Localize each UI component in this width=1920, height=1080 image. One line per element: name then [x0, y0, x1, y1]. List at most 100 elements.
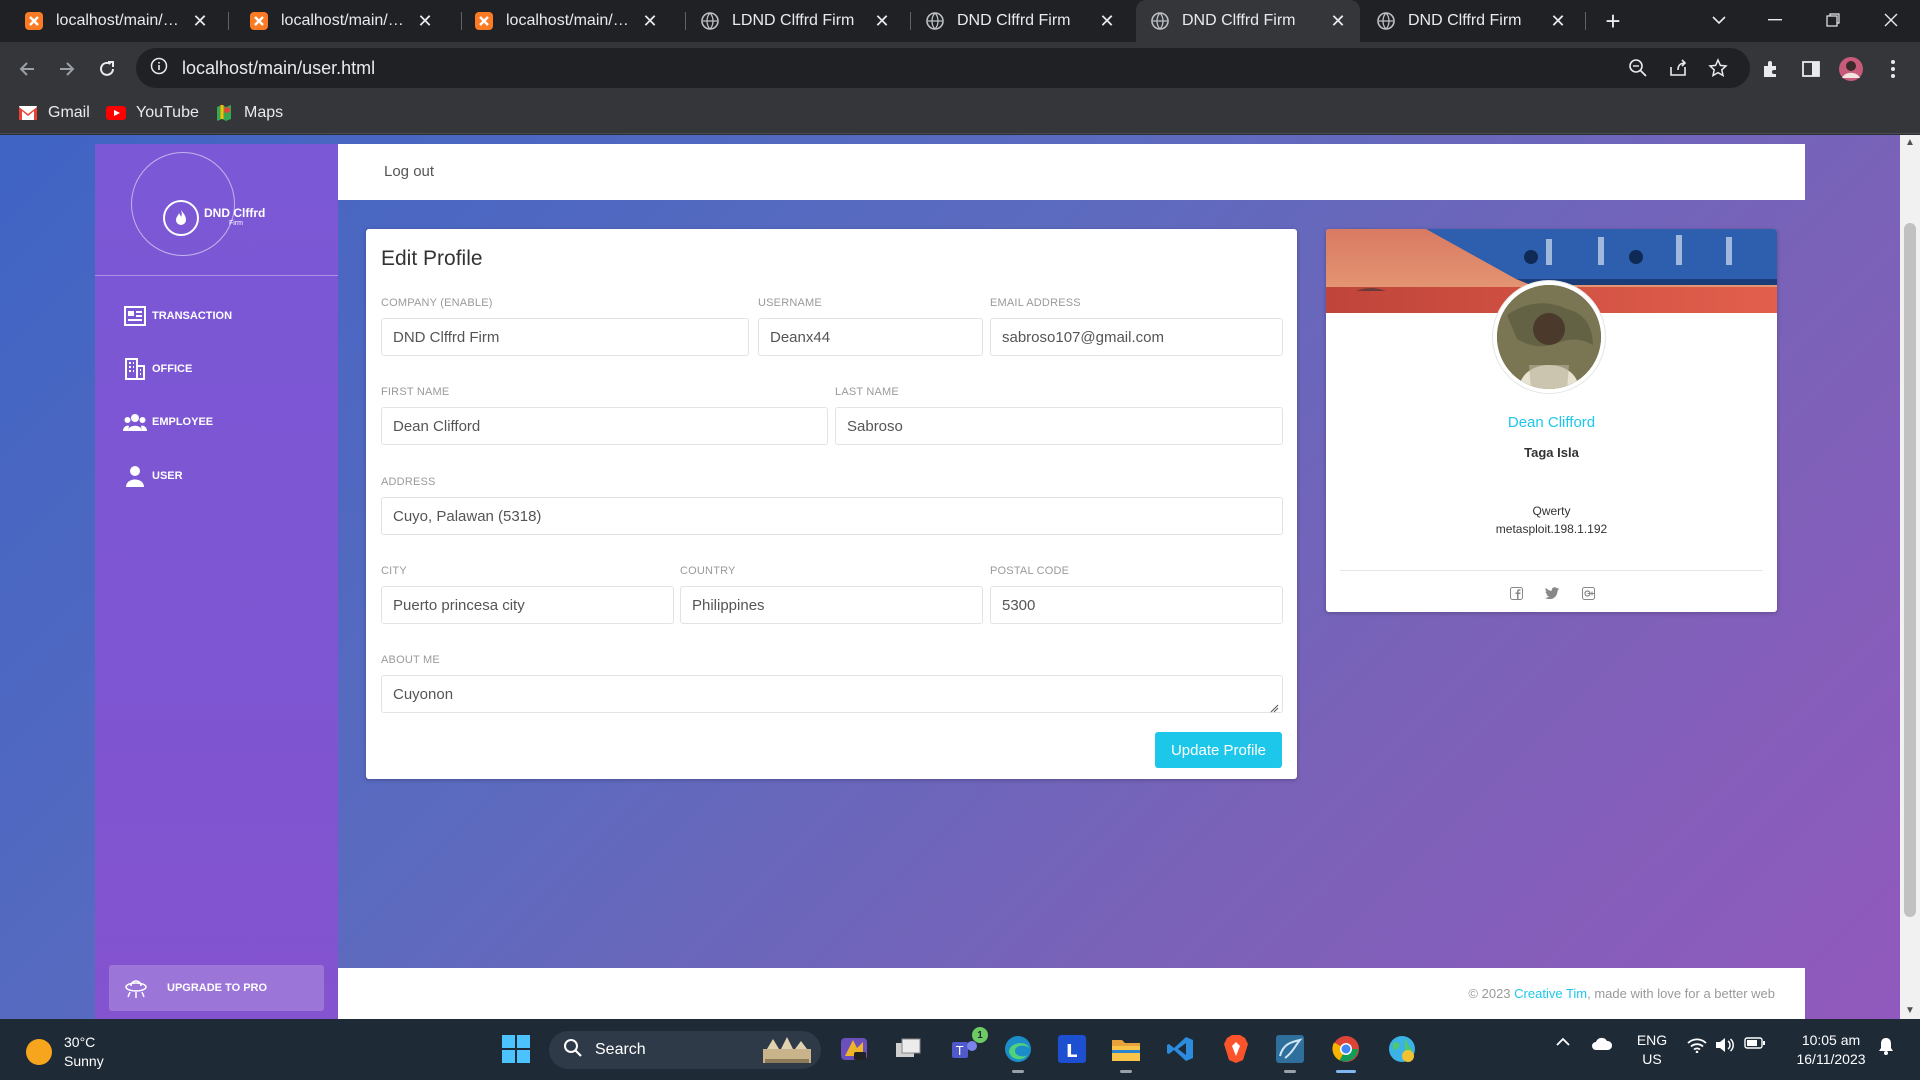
close-icon[interactable]: ✕: [1550, 11, 1566, 32]
browser-tab-5[interactable]: DND Clffrd Firm ✕: [911, 0, 1129, 42]
close-icon[interactable]: ✕: [192, 11, 208, 32]
upgrade-to-pro-button[interactable]: UPGRADE TO PRO: [109, 965, 324, 1011]
facebook-icon[interactable]: [1508, 585, 1524, 601]
minimize-button[interactable]: [1748, 0, 1802, 40]
menu-kebab-icon[interactable]: [1880, 56, 1906, 82]
browser-tab-2[interactable]: localhost/main/add_ ✕: [235, 0, 447, 42]
xampp-icon: [474, 11, 494, 31]
vscode-icon[interactable]: [1162, 1031, 1198, 1067]
avatar[interactable]: [1493, 281, 1605, 393]
tab-separator: [1585, 12, 1586, 30]
tray-chevron-up-icon[interactable]: [1552, 1037, 1574, 1047]
city-input[interactable]: Puerto princesa city: [381, 586, 674, 624]
address-input[interactable]: Cuyo, Palawan (5318): [381, 497, 1283, 535]
upgrade-label: UPGRADE TO PRO: [167, 982, 268, 994]
scroll-up-arrow-icon[interactable]: ▲: [1904, 137, 1916, 148]
scrollbar-thumb[interactable]: [1904, 223, 1916, 917]
l-app-icon[interactable]: L: [1054, 1031, 1090, 1067]
username-input[interactable]: Deanx44: [758, 318, 983, 356]
bookmark-youtube[interactable]: YouTube: [106, 104, 199, 122]
taskbar-search-box[interactable]: Search: [549, 1031, 821, 1069]
sidebar-item-user[interactable]: USER: [123, 464, 183, 488]
edit-profile-card: Edit Profile COMPANY (ENABLE) DND Clffrd…: [366, 229, 1297, 779]
mysql-workbench-icon[interactable]: [1272, 1031, 1308, 1073]
browser-tab-6-active[interactable]: DND Clffrd Firm ✕: [1136, 0, 1360, 42]
logout-link[interactable]: Log out: [384, 163, 434, 180]
wifi-icon[interactable]: [1686, 1037, 1708, 1053]
page-scrollbar[interactable]: ▲ ▼: [1900, 135, 1920, 1019]
notification-bell-icon[interactable]: [1876, 1037, 1896, 1055]
close-icon[interactable]: ✕: [642, 11, 658, 32]
onedrive-cloud-icon[interactable]: [1590, 1037, 1614, 1051]
bookmark-maps[interactable]: Maps: [214, 104, 283, 122]
xampp-icon: [24, 11, 44, 31]
flame-logo-icon[interactable]: [163, 200, 199, 236]
company-input[interactable]: DND Clffrd Firm: [381, 318, 749, 356]
volume-icon[interactable]: [1714, 1037, 1736, 1053]
resize-grip-icon[interactable]: [1270, 700, 1279, 713]
bookmark-star-icon[interactable]: [1706, 56, 1730, 80]
creative-tim-link[interactable]: Creative Tim: [1514, 986, 1587, 1001]
copilot-app-icon[interactable]: [836, 1031, 872, 1067]
info-icon[interactable]: [150, 57, 168, 80]
browser-tab-7[interactable]: DND Clffrd Firm ✕: [1362, 0, 1580, 42]
extensions-icon[interactable]: [1758, 56, 1784, 82]
profile-avatar-icon[interactable]: [1838, 56, 1864, 82]
reload-button[interactable]: [92, 54, 122, 84]
file-explorer-icon[interactable]: [1108, 1031, 1144, 1073]
browser-tab-3[interactable]: localhost/main/add_ ✕: [460, 0, 672, 42]
country-input[interactable]: Philippines: [680, 586, 983, 624]
close-icon[interactable]: ✕: [417, 11, 433, 32]
tab-title: localhost/main/add_: [506, 12, 634, 29]
bookmark-gmail[interactable]: Gmail: [18, 104, 90, 122]
username-label: USERNAME: [758, 297, 822, 309]
tab-search-button[interactable]: [1692, 0, 1746, 40]
close-window-button[interactable]: [1864, 0, 1918, 40]
browser-tab-4[interactable]: LDND Clffrd Firm ✕: [686, 0, 904, 42]
browser-tab-1[interactable]: localhost/main/add_ ✕: [10, 0, 222, 42]
chrome-browser-icon[interactable]: [1328, 1031, 1364, 1073]
google-plus-icon[interactable]: [1580, 585, 1596, 601]
url-text[interactable]: localhost/main/user.html: [182, 58, 375, 79]
back-button[interactable]: [12, 54, 42, 84]
sidebar-item-employee[interactable]: EMPLOYEE: [123, 410, 213, 434]
side-panel-icon[interactable]: [1798, 56, 1824, 82]
address-bar[interactable]: localhost/main/user.html: [136, 48, 1750, 88]
close-icon[interactable]: ✕: [1099, 11, 1115, 32]
profile-name[interactable]: Dean Clifford: [1326, 414, 1777, 431]
zoom-icon[interactable]: [1626, 56, 1650, 80]
close-icon[interactable]: ✕: [1330, 11, 1346, 32]
tab-title: localhost/main/add_: [281, 12, 409, 29]
youtube-icon: [106, 104, 126, 122]
restore-button[interactable]: [1806, 0, 1860, 40]
edge-browser-icon[interactable]: [1000, 1031, 1036, 1073]
email-input[interactable]: sabroso107@gmail.com: [990, 318, 1283, 356]
twitter-icon[interactable]: [1544, 585, 1560, 601]
url-host: localhost: [182, 57, 254, 78]
postal-code-input[interactable]: 5300: [990, 586, 1283, 624]
last-name-input[interactable]: Sabroso: [835, 407, 1283, 445]
share-icon[interactable]: [1666, 56, 1690, 80]
sidebar-item-office[interactable]: OFFICE: [123, 357, 192, 381]
new-tab-button[interactable]: +: [1598, 6, 1628, 36]
email-label: EMAIL ADDRESS: [990, 297, 1081, 309]
globe-app-icon[interactable]: [1384, 1031, 1420, 1067]
first-name-input[interactable]: Dean Clifford: [381, 407, 828, 445]
close-icon[interactable]: ✕: [874, 11, 890, 32]
update-profile-button[interactable]: Update Profile: [1155, 732, 1282, 768]
weather-widget[interactable]: 30°C Sunny: [26, 1033, 104, 1071]
bookmark-label: Maps: [244, 104, 284, 121]
task-view-icon[interactable]: [890, 1031, 926, 1067]
page-viewport: DND Clffrd Firm TRANSACTION OFFICE EMPLO…: [0, 135, 1900, 1019]
system-clock[interactable]: 10:05 am 16/11/2023: [1776, 1031, 1886, 1069]
scroll-down-arrow-icon[interactable]: ▼: [1904, 1005, 1916, 1016]
sidebar-item-transaction[interactable]: TRANSACTION: [123, 304, 232, 328]
forward-button[interactable]: [52, 54, 82, 84]
language-indicator[interactable]: ENG US: [1630, 1031, 1674, 1069]
sidebar-item-label: USER: [152, 470, 183, 482]
teams-app-icon[interactable]: T 1: [946, 1027, 988, 1067]
brave-browser-icon[interactable]: [1218, 1031, 1254, 1067]
battery-icon[interactable]: [1744, 1037, 1766, 1049]
windows-start-icon[interactable]: [498, 1031, 534, 1067]
about-me-textarea[interactable]: Cuyonon: [381, 675, 1283, 713]
